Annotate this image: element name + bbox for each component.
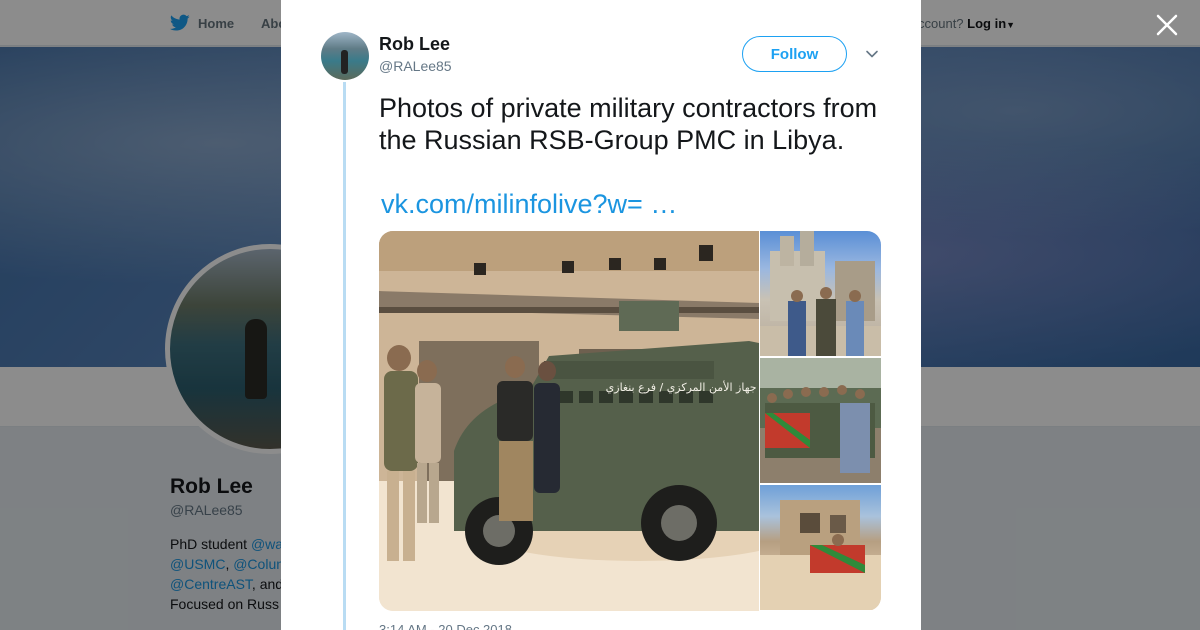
- thread-line: [343, 82, 346, 630]
- close-icon[interactable]: [1154, 12, 1180, 38]
- photo-2-illustration: [760, 231, 881, 356]
- photo-4-illustration: [760, 500, 881, 610]
- media-photo-main[interactable]: دوريات جهاز الأمن المركزي / فرع بنغازي: [379, 231, 759, 611]
- media-photo-4[interactable]: [760, 485, 881, 610]
- media-photo-2[interactable]: [760, 231, 881, 356]
- follow-button[interactable]: Follow: [742, 36, 847, 72]
- tweet-modal: Rob Lee @RALee85 Follow Photos of privat…: [281, 0, 921, 630]
- tweet-timestamp[interactable]: 3:14 AM - 20 Dec 2018: [379, 622, 512, 630]
- photo-main-illustration: دوريات جهاز الأمن المركزي / فرع بنغازي: [379, 231, 759, 611]
- vehicle-arabic-text: دوريات جهاز الأمن المركزي / فرع بنغازي: [606, 380, 759, 394]
- photo-3-illustration: [760, 358, 881, 483]
- author-name[interactable]: Rob Lee: [379, 34, 450, 55]
- tweet-media-grid: دوريات جهاز الأمن المركزي / فرع بنغازي: [379, 231, 881, 611]
- author-avatar[interactable]: [321, 32, 369, 80]
- chevron-down-icon[interactable]: [864, 46, 880, 62]
- tweet-text: Photos of private military contractors f…: [379, 93, 878, 155]
- author-handle[interactable]: @RALee85: [379, 58, 452, 74]
- media-photo-3[interactable]: [760, 358, 881, 483]
- tweet-link[interactable]: vk.com/milinfolive?w= …: [381, 188, 677, 220]
